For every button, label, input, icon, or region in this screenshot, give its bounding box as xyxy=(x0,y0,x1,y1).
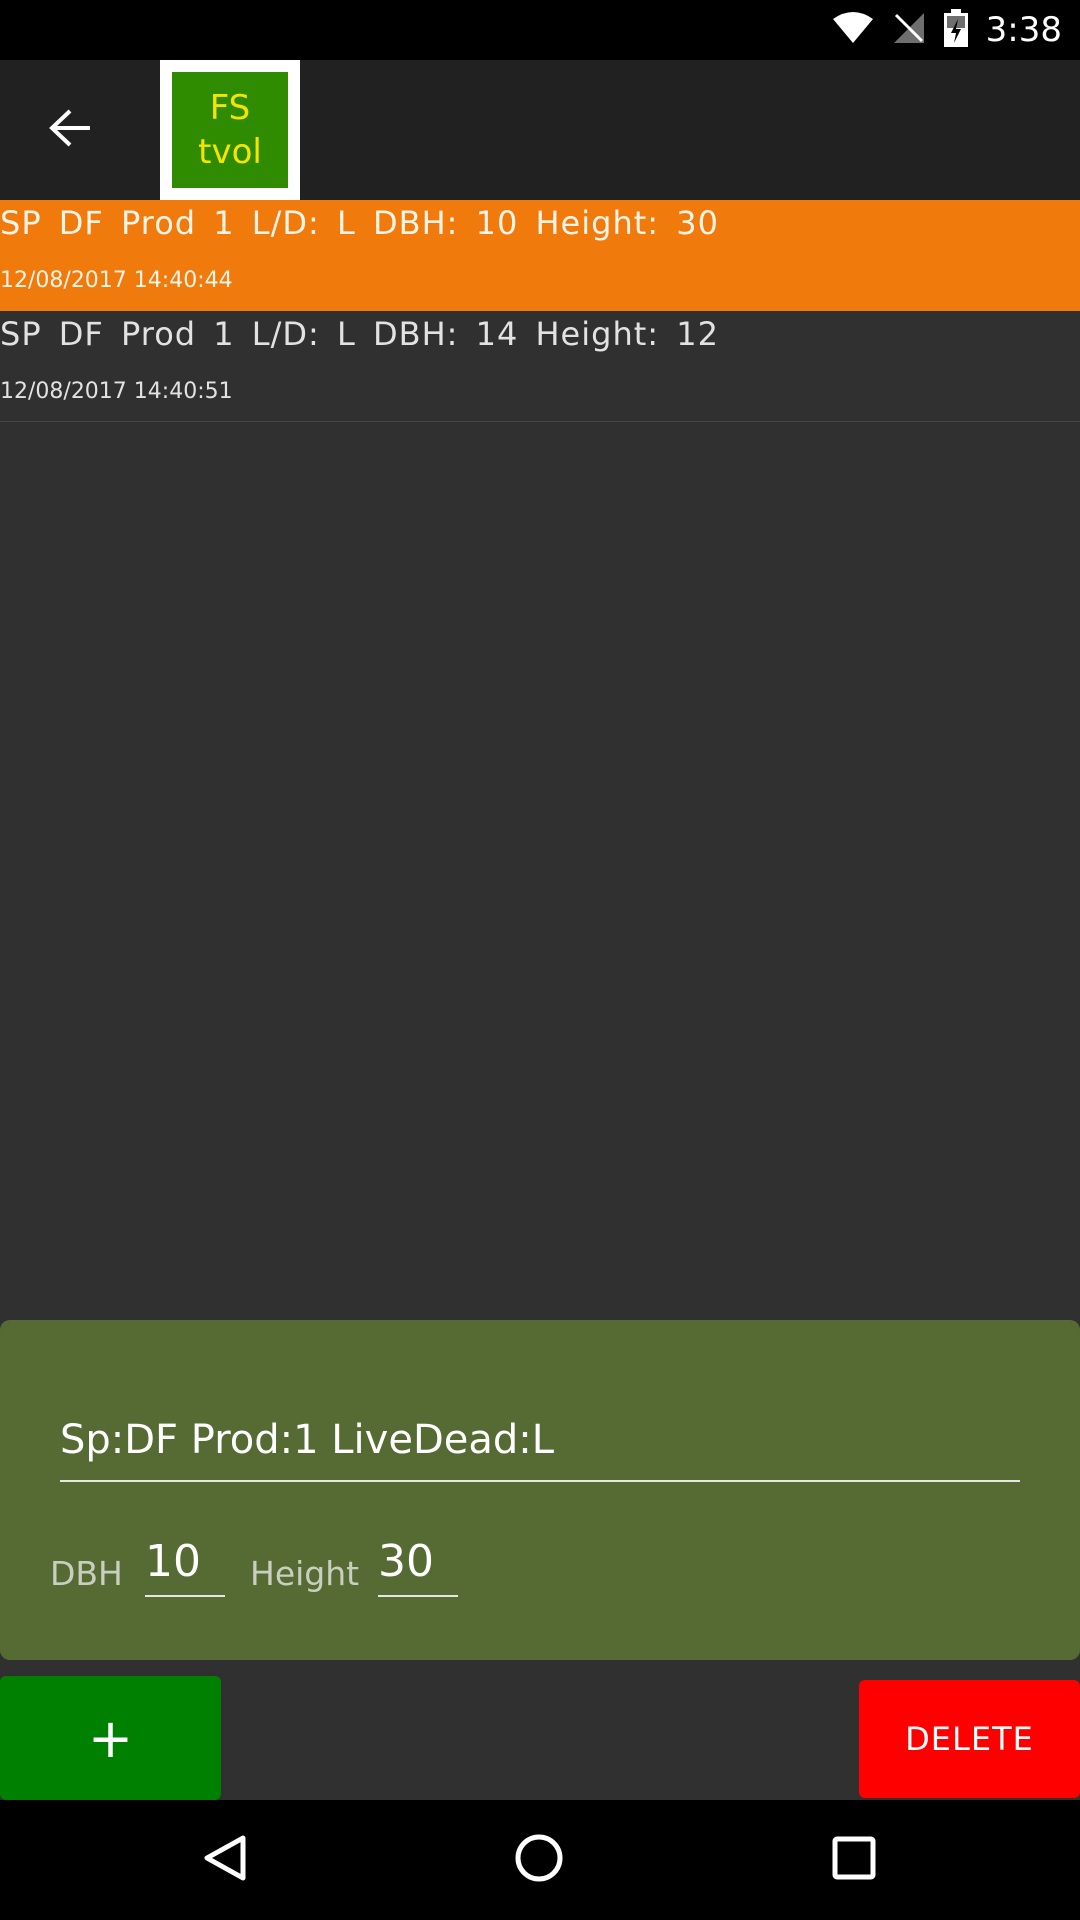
edit-panel: Sp:DF Prod:1 LiveDead:L DBH 10 Height 30 xyxy=(0,1320,1080,1660)
nav-bar xyxy=(0,1800,1080,1920)
record-summary: SP DF Prod 1 L/D: L DBH: 14 Height: 12 xyxy=(0,315,719,353)
height-field[interactable]: 30 xyxy=(378,1527,458,1597)
arrow-left-icon xyxy=(48,108,92,152)
list-item[interactable]: SP DF Prod 1 L/D: L DBH: 10 Height: 30 1… xyxy=(0,200,1080,311)
height-label: Height xyxy=(250,1554,360,1593)
recents-square-icon xyxy=(831,1835,877,1885)
status-icons: 3:38 xyxy=(832,0,1062,60)
battery-charging-icon xyxy=(943,9,968,51)
delete-button[interactable]: DELETE xyxy=(859,1680,1080,1798)
no-signal-icon xyxy=(892,11,926,49)
record-list: SP DF Prod 1 L/D: L DBH: 10 Height: 30 1… xyxy=(0,200,1080,422)
nav-back-button[interactable] xyxy=(196,1830,256,1890)
dbh-label: DBH xyxy=(50,1554,123,1593)
logo-text-top: FS xyxy=(209,88,251,128)
list-item[interactable]: SP DF Prod 1 L/D: L DBH: 14 Height: 12 1… xyxy=(0,311,1080,422)
nav-recents-button[interactable] xyxy=(824,1830,884,1890)
status-bar: 3:38 xyxy=(0,0,1080,60)
status-time: 3:38 xyxy=(985,10,1062,50)
logo-badge: FS tvol xyxy=(172,72,288,188)
app-logo: FS tvol xyxy=(160,60,300,200)
add-button[interactable]: + xyxy=(0,1676,221,1800)
app-toolbar: FS tvol xyxy=(0,60,1080,200)
wifi-icon xyxy=(832,11,874,49)
record-summary: SP DF Prod 1 L/D: L DBH: 10 Height: 30 xyxy=(0,204,719,242)
record-timestamp: 12/08/2017 14:40:44 xyxy=(0,268,233,293)
home-circle-icon xyxy=(514,1833,564,1887)
dbh-field[interactable]: 10 xyxy=(145,1527,225,1597)
description-field[interactable]: Sp:DF Prod:1 LiveDead:L xyxy=(60,1398,1020,1482)
record-timestamp: 12/08/2017 14:40:51 xyxy=(0,379,233,404)
back-triangle-icon xyxy=(201,1833,251,1887)
nav-home-button[interactable] xyxy=(509,1830,569,1890)
back-button[interactable] xyxy=(30,100,110,160)
logo-text-bottom: tvol xyxy=(198,132,262,172)
